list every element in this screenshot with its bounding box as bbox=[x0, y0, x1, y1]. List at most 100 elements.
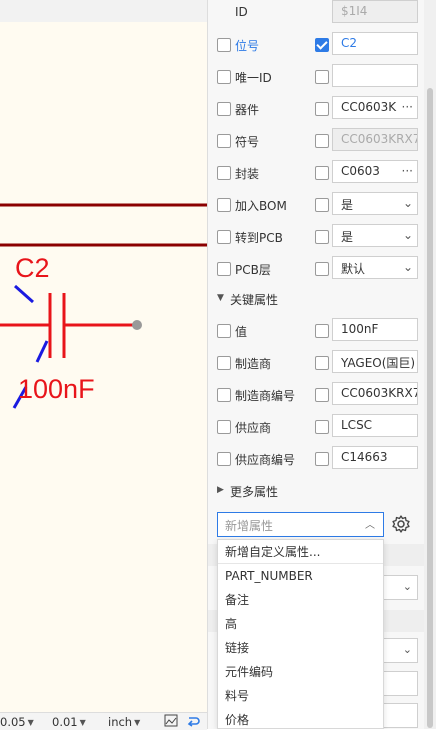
dropdown-option[interactable]: 链接 bbox=[218, 636, 383, 660]
prop-row-symbol: 符号 CC0603KRX7 bbox=[208, 125, 425, 157]
show-checkbox[interactable] bbox=[217, 230, 231, 244]
prop-label: PCB层 bbox=[235, 263, 271, 277]
dropdown-option[interactable]: 料号 bbox=[218, 684, 383, 708]
prop-row-manufacturer: 制造商 YAGEO(国巨) bbox=[208, 347, 425, 379]
show-checkbox[interactable] bbox=[217, 38, 231, 52]
dropdown-option[interactable]: 高 bbox=[218, 612, 383, 636]
value-label[interactable]: 100nF bbox=[18, 374, 95, 405]
unique-id-field[interactable] bbox=[332, 64, 418, 87]
show-checkbox[interactable] bbox=[217, 452, 231, 466]
prop-label: 封装 bbox=[235, 167, 260, 181]
to-pcb-select[interactable]: 是 ⌄ bbox=[332, 224, 418, 247]
designator-label[interactable]: C2 bbox=[15, 253, 50, 284]
visible-checkbox[interactable] bbox=[315, 324, 329, 338]
manufacturer-field[interactable]: YAGEO(国巨) bbox=[332, 350, 418, 373]
visible-checkbox[interactable] bbox=[315, 262, 329, 276]
prop-label: 器件 bbox=[235, 103, 260, 117]
visible-checkbox[interactable] bbox=[315, 198, 329, 212]
show-checkbox[interactable] bbox=[217, 356, 231, 370]
prop-label: 制造商 bbox=[235, 357, 272, 371]
new-attribute-dropdown: 新增自定义属性... PART_NUMBER 备注 高 链接 元件编码 料号 价… bbox=[217, 539, 384, 729]
manufacturer-part-field[interactable]: CC0603KRX7 bbox=[332, 382, 418, 405]
show-checkbox[interactable] bbox=[217, 262, 231, 276]
prop-label: 制造商编号 bbox=[235, 389, 296, 403]
panel-scrollbar-thumb[interactable] bbox=[427, 88, 433, 728]
gear-icon[interactable] bbox=[391, 514, 411, 534]
id-field: $1I4 bbox=[332, 0, 418, 23]
device-field[interactable]: CC0603K ··· bbox=[332, 96, 418, 119]
properties-panel: ID $1I4 位号 C2 唯一ID 器件 CC0603K ··· 符号 CC06… bbox=[207, 0, 425, 729]
visible-checkbox[interactable] bbox=[315, 230, 329, 244]
visible-checkbox[interactable] bbox=[315, 452, 329, 466]
prop-label: 供应商 bbox=[235, 421, 272, 435]
unit-value: inch bbox=[108, 715, 133, 729]
chevron-down-icon: ⌄ bbox=[402, 643, 412, 656]
dropdown-option[interactable]: 元件编码 bbox=[218, 660, 383, 684]
caret-down-icon: ▼ bbox=[217, 293, 224, 303]
dropdown-option[interactable]: 备注 bbox=[218, 588, 383, 612]
prop-row-value: 值 100nF bbox=[208, 315, 425, 347]
more-icon[interactable]: ··· bbox=[399, 100, 413, 114]
dropdown-option[interactable]: 新增自定义属性... bbox=[218, 540, 383, 564]
chevron-down-icon: ⌄ bbox=[400, 196, 413, 210]
chevron-down-icon: ⌄ bbox=[402, 580, 412, 593]
show-checkbox[interactable] bbox=[217, 102, 231, 116]
prop-row-id: ID $1I4 bbox=[208, 0, 425, 29]
schematic-canvas[interactable]: C2 100nF bbox=[0, 0, 207, 712]
image-icon[interactable] bbox=[164, 714, 178, 727]
chevron-down-icon: ⌄ bbox=[400, 260, 413, 274]
prop-label: 转到PCB bbox=[235, 231, 283, 245]
footprint-field[interactable]: C0603 ··· bbox=[332, 160, 418, 183]
chevron-down-icon: ⌄ bbox=[400, 228, 413, 242]
dropdown-option[interactable]: 价格 bbox=[218, 708, 383, 729]
chevron-down-icon: ▼ bbox=[134, 717, 141, 727]
visible-checkbox[interactable] bbox=[315, 134, 329, 148]
supplier-part-field[interactable]: C14663 bbox=[332, 446, 418, 469]
caret-right-icon: ▶ bbox=[217, 485, 224, 495]
schematic-drawing bbox=[0, 203, 207, 409]
dropdown-option[interactable]: PART_NUMBER bbox=[218, 564, 383, 588]
pin-end-dot bbox=[132, 320, 142, 330]
show-checkbox[interactable] bbox=[217, 166, 231, 180]
prop-row-device: 器件 CC0603K ··· bbox=[208, 93, 425, 125]
prop-label: 值 bbox=[235, 325, 248, 339]
value-field[interactable]: 100nF bbox=[332, 318, 418, 341]
designator-field[interactable]: C2 bbox=[332, 32, 418, 55]
supplier-field[interactable]: LCSC bbox=[332, 414, 418, 437]
redo-icon[interactable] bbox=[186, 714, 200, 727]
prop-label: ID bbox=[235, 5, 248, 19]
visible-checkbox[interactable] bbox=[315, 70, 329, 84]
snap-select[interactable]: 0.01 ▼ bbox=[52, 715, 86, 729]
prop-row-to-pcb: 转到PCB 是 ⌄ bbox=[208, 221, 425, 253]
unit-select[interactable]: inch ▼ bbox=[108, 715, 140, 729]
show-checkbox[interactable] bbox=[217, 388, 231, 402]
prop-row-manufacturer-part: 制造商编号 CC0603KRX7 bbox=[208, 379, 425, 411]
section-key-attributes[interactable]: ▼ 关键属性 bbox=[208, 287, 425, 311]
visible-checkbox[interactable] bbox=[315, 38, 329, 52]
show-checkbox[interactable] bbox=[217, 420, 231, 434]
grid-select[interactable]: 0.05 ▼ bbox=[0, 715, 34, 729]
new-attribute-select[interactable]: 新增属性 ︿ bbox=[217, 512, 384, 537]
chevron-down-icon: ▼ bbox=[79, 717, 86, 727]
pin-marker-top bbox=[14, 284, 34, 304]
show-checkbox[interactable] bbox=[217, 134, 231, 148]
section-more-attributes[interactable]: ▶ 更多属性 bbox=[208, 479, 425, 503]
visible-checkbox[interactable] bbox=[315, 102, 329, 116]
prop-label: 供应商编号 bbox=[235, 453, 296, 467]
add-bom-select[interactable]: 是 ⌄ bbox=[332, 192, 418, 215]
show-checkbox[interactable] bbox=[217, 198, 231, 212]
prop-row-supplier-part: 供应商编号 C14663 bbox=[208, 443, 425, 475]
pcb-layer-select[interactable]: 默认 ⌄ bbox=[332, 256, 418, 279]
show-checkbox[interactable] bbox=[217, 324, 231, 338]
visible-checkbox[interactable] bbox=[315, 420, 329, 434]
chevron-down-icon: ▼ bbox=[27, 717, 34, 727]
symbol-field: CC0603KRX7 bbox=[332, 128, 418, 151]
prop-row-designator: 位号 C2 bbox=[208, 29, 425, 61]
visible-checkbox[interactable] bbox=[315, 166, 329, 180]
visible-checkbox[interactable] bbox=[315, 388, 329, 402]
more-icon[interactable]: ··· bbox=[399, 164, 413, 178]
show-checkbox[interactable] bbox=[217, 70, 231, 84]
prop-label: 加入BOM bbox=[235, 199, 287, 213]
prop-label: 位号 bbox=[235, 39, 260, 53]
visible-checkbox[interactable] bbox=[315, 356, 329, 370]
